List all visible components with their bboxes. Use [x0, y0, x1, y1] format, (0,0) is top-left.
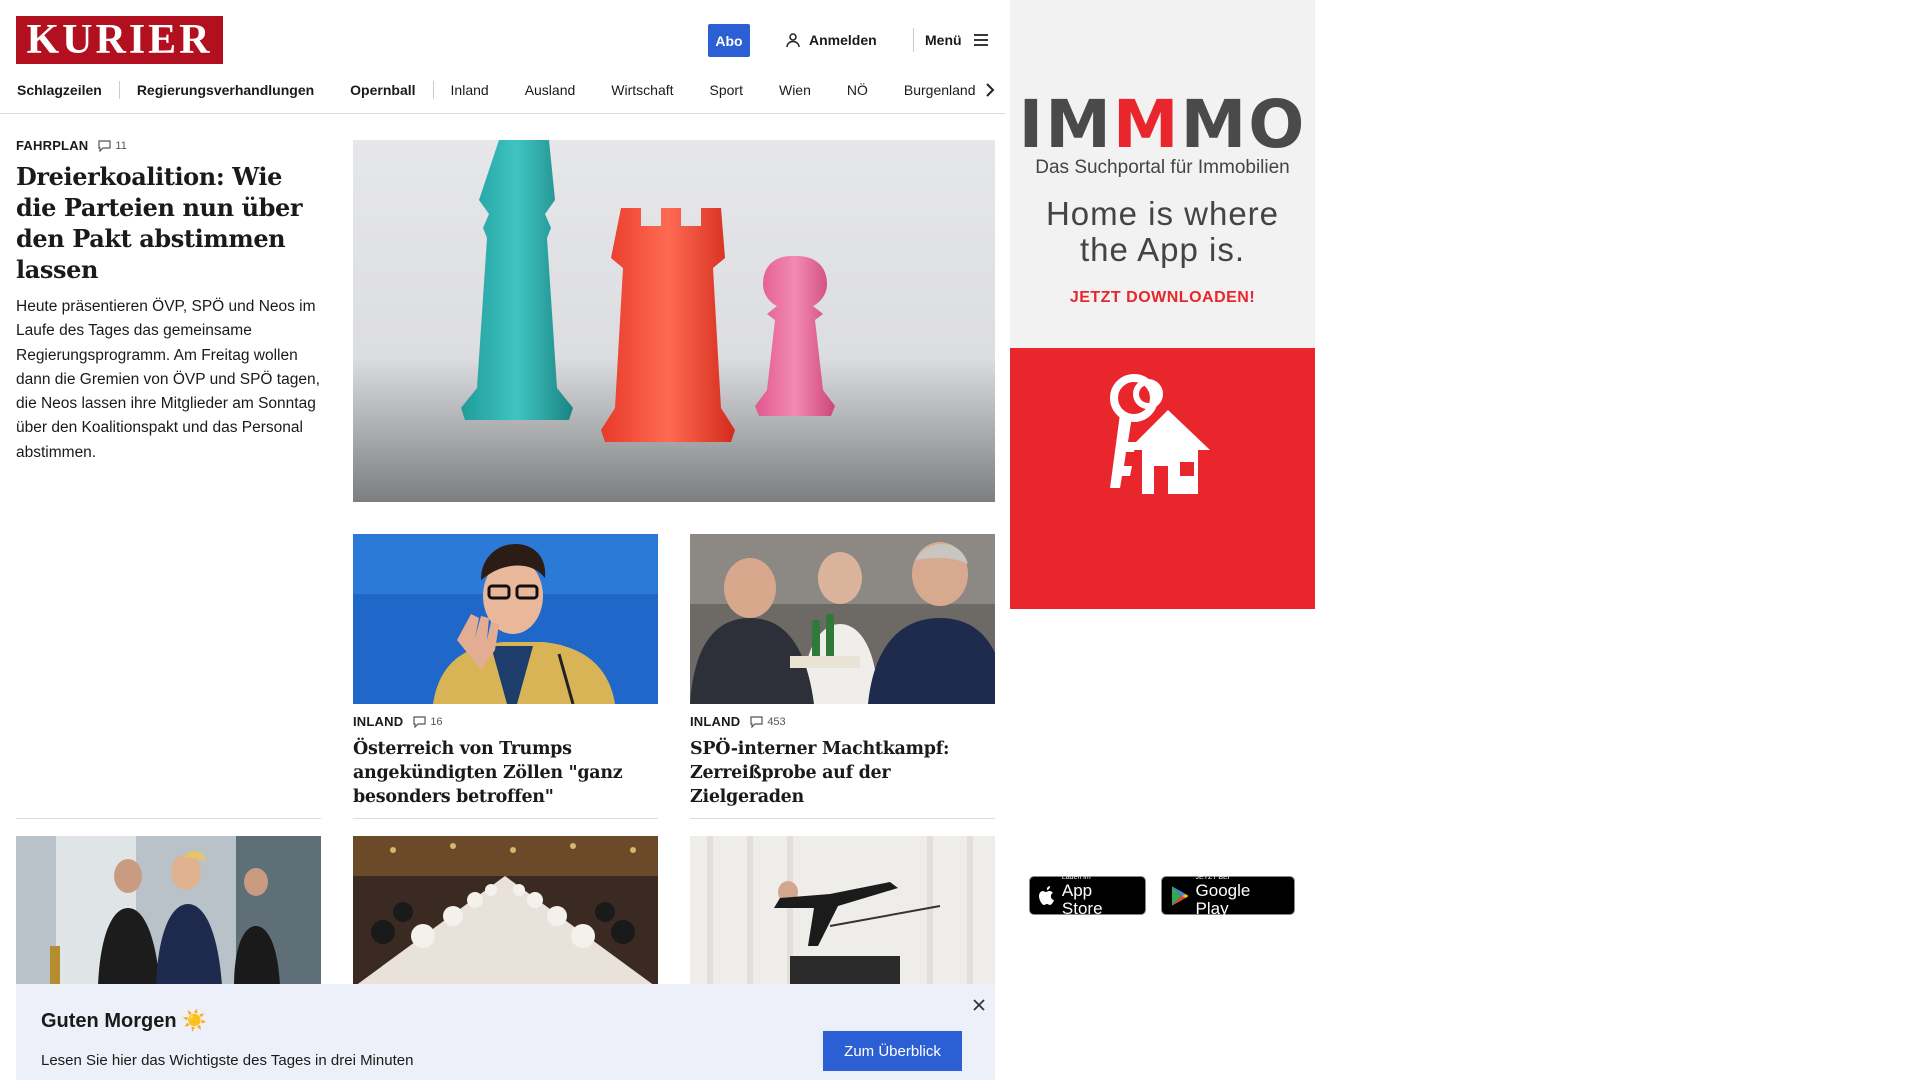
category-nav: Schlagzeilen Regierungsverhandlungen Ope… [17, 80, 992, 100]
article-headline[interactable]: SPÖ-interner Machtkampf: Zerreißprobe au… [690, 737, 995, 809]
divider [690, 818, 995, 819]
nav-item-ausland[interactable]: Ausland [525, 82, 576, 98]
google-play-icon [1171, 885, 1189, 906]
nav-divider [432, 81, 434, 99]
article-comment-count: 16 [430, 715, 443, 728]
close-icon [973, 999, 985, 1011]
morning-briefing-banner: Guten Morgen ☀️ Lesen Sie hier das Wicht… [16, 984, 995, 1080]
site-header: KURIER Abo Anmelden Menü Schlagzeilen Re… [0, 0, 1005, 114]
banner-title: Guten Morgen ☀️ [41, 1010, 208, 1032]
article-image[interactable] [690, 534, 995, 704]
article-comments[interactable]: 16 [413, 715, 443, 728]
lead-teaser: Heute präsentieren ÖVP, SPÖ und Neos im … [16, 298, 320, 461]
article-card[interactable]: INLAND 16 Österreich von Trumps angekünd… [353, 534, 658, 809]
nav-item-noe[interactable]: NÖ [847, 82, 868, 98]
nav-divider [118, 81, 120, 99]
banner-text: Lesen Sie hier das Wichtigste des Tages … [41, 1052, 414, 1069]
kurier-logo[interactable]: KURIER [16, 16, 223, 64]
google-play-text: Google Play [1195, 880, 1251, 918]
header-divider [913, 28, 914, 52]
lead-comments[interactable]: 11 [98, 139, 127, 152]
nav-item-wien[interactable]: Wien [779, 82, 811, 98]
banner-close-button[interactable] [968, 994, 990, 1016]
nav-item-opernball[interactable]: Opernball [350, 82, 415, 98]
abo-button[interactable]: Abo [708, 24, 750, 57]
lead-kicker: FAHRPLAN [16, 138, 89, 153]
article-kicker: INLAND [690, 714, 741, 729]
ad-tagline: Home is where the App is. [1045, 195, 1280, 268]
article-meta: INLAND 16 [353, 714, 658, 729]
nav-item-schlagzeilen[interactable]: Schlagzeilen [17, 82, 102, 98]
article-comment-count: 453 [767, 715, 786, 728]
menu-label: Menü [925, 32, 962, 48]
nav-item-inland[interactable]: Inland [451, 82, 489, 98]
article-headline[interactable]: Österreich von Trumps angekündigten Zöll… [353, 737, 658, 809]
immmo-ad[interactable]: IMMMO Das Suchportal für Immobilien Home… [1010, 0, 1315, 917]
comment-icon [750, 715, 763, 728]
divider [353, 818, 658, 819]
nav-item-wirtschaft[interactable]: Wirtschaft [611, 82, 673, 98]
lead-meta: FAHRPLAN 11 [16, 138, 321, 153]
nav-item-sport[interactable]: Sport [710, 82, 743, 98]
article-image[interactable] [353, 836, 658, 986]
lead-article[interactable]: FAHRPLAN 11 Dreierkoalition: Wie die Par… [16, 138, 321, 465]
article-kicker: INLAND [353, 714, 404, 729]
ad-subtitle: Das Suchportal für Immobilien [1035, 157, 1290, 178]
app-store-text: App Store [1061, 880, 1103, 918]
ad-top-panel: IMMMO Das Suchportal für Immobilien Home… [1010, 0, 1315, 348]
key-house-icon [1110, 374, 1210, 494]
lead-image[interactable] [353, 140, 995, 502]
article-image[interactable] [16, 836, 321, 986]
login-label: Anmelden [809, 32, 877, 48]
nav-item-regierungsverhandlungen[interactable]: Regierungsverhandlungen [137, 82, 314, 98]
overview-button[interactable]: Zum Überblick [823, 1031, 962, 1071]
menu-button[interactable]: Menü [925, 28, 990, 52]
article-card[interactable]: INLAND 453 SPÖ-interner Machtkampf: Zerr… [690, 534, 995, 809]
apple-icon [1038, 885, 1054, 905]
app-store-badge[interactable]: Laden im App Store [1029, 874, 1146, 918]
chevron-right-icon [986, 83, 995, 97]
login-button[interactable]: Anmelden [785, 28, 877, 52]
google-play-badge[interactable]: JETZT BEI Google Play [1161, 874, 1295, 918]
comment-icon [98, 139, 111, 152]
article-image[interactable] [353, 534, 658, 704]
ad-download-link[interactable]: JETZT DOWNLOADEN! [1010, 289, 1315, 307]
ad-bottom-panel: Laden im App Store JETZT BEI Google Play [1010, 348, 1315, 917]
nav-scroll-right-button[interactable] [975, 78, 995, 102]
lead-comment-count: 11 [115, 139, 127, 152]
article-image[interactable] [690, 836, 995, 986]
divider [16, 818, 321, 819]
article-comments[interactable]: 453 [750, 715, 786, 728]
hamburger-icon [973, 34, 988, 46]
user-icon [786, 33, 800, 48]
lead-headline[interactable]: Dreierkoalition: Wie die Parteien nun üb… [16, 161, 321, 285]
ad-brand-logo: IMMMO [1018, 86, 1307, 163]
nav-item-burgenland[interactable]: Burgenland [904, 82, 976, 98]
comment-icon [413, 715, 426, 728]
article-meta: INLAND 453 [690, 714, 995, 729]
